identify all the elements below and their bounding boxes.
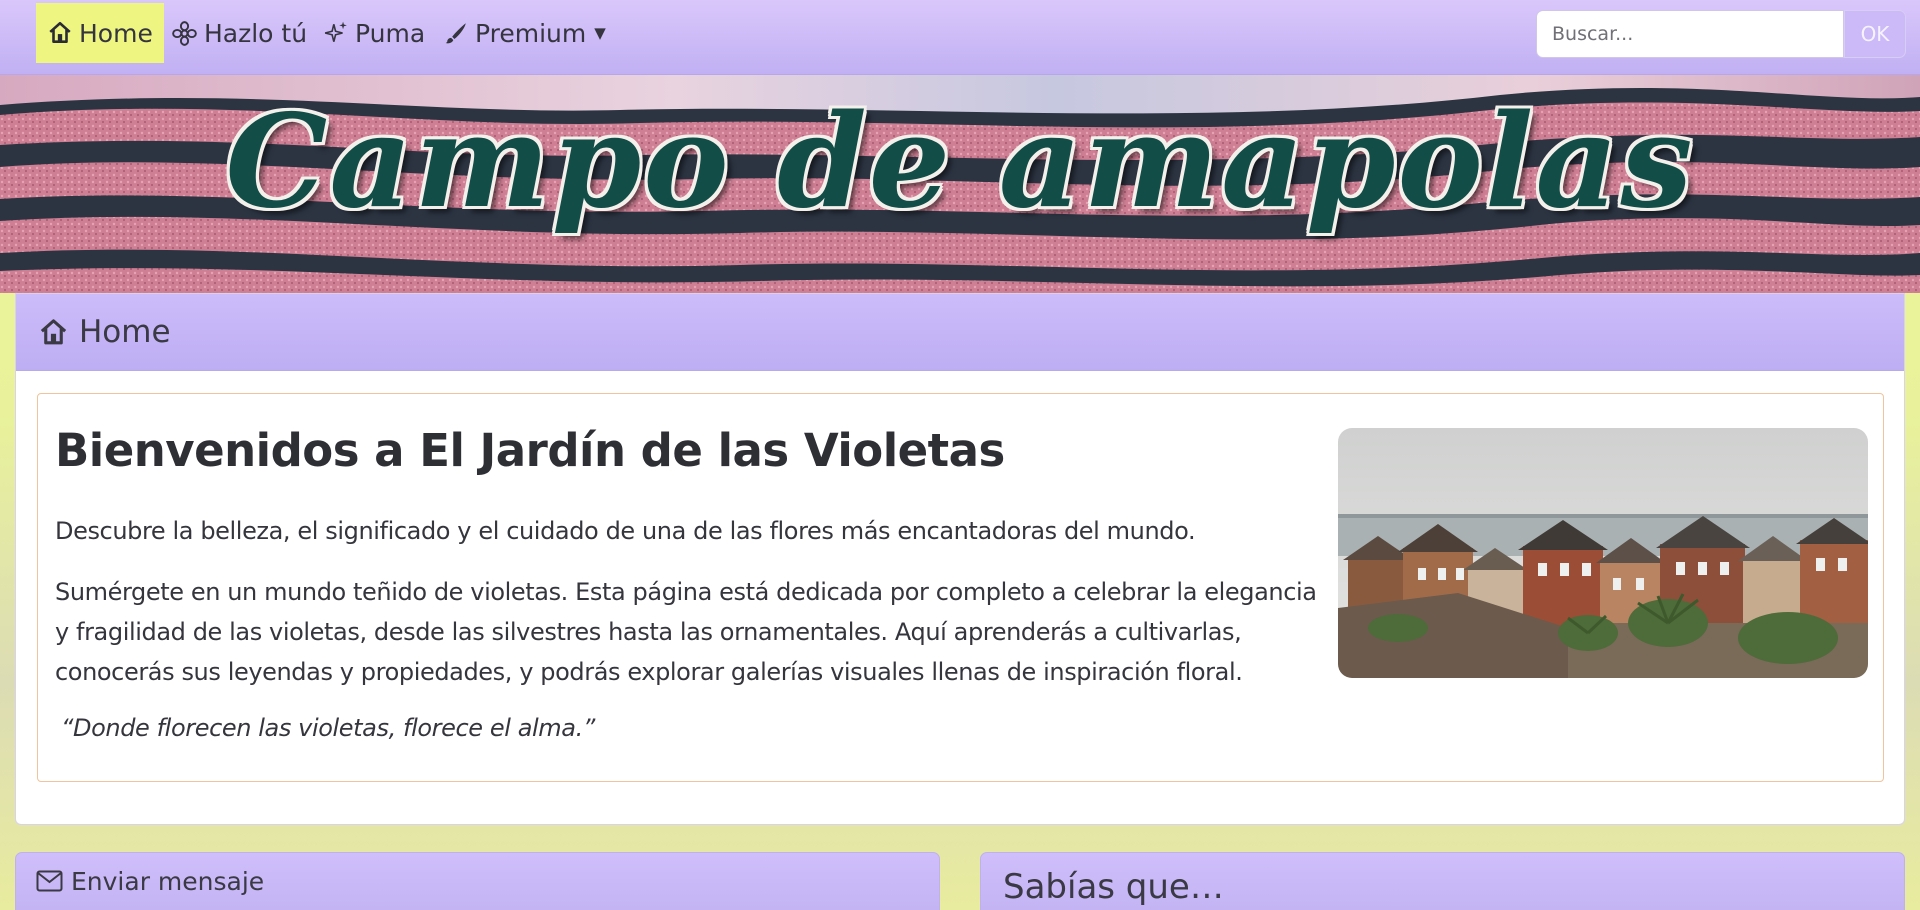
- search-input[interactable]: [1536, 10, 1844, 58]
- flower-icon: [171, 20, 198, 47]
- card-header-title: Home: [79, 314, 171, 350]
- intro-paragraph: Descubre la belleza, el significado y el…: [55, 517, 1196, 545]
- did-you-know-title: Sabías que…: [1003, 867, 1224, 907]
- town-photo: [1338, 428, 1868, 678]
- nav-item-label: Puma: [355, 18, 426, 48]
- hero-banner: Campo de amapolas: [0, 75, 1920, 293]
- nav-item-label: Home: [79, 18, 153, 48]
- sparkles-icon: [323, 20, 349, 46]
- welcome-title: Bienvenidos a El Jardín de las Violetas: [55, 424, 1005, 477]
- search-ok-button[interactable]: OK: [1844, 10, 1906, 58]
- caret-down-icon: ▼: [594, 24, 606, 42]
- home-icon: [47, 20, 73, 46]
- quote-text: “Donde florecen las violetas, florece el…: [61, 714, 595, 742]
- nav-item-label: Hazlo tú: [204, 18, 308, 48]
- card-header: Home: [16, 294, 1904, 371]
- nav-item-puma[interactable]: Puma: [323, 3, 425, 63]
- home-card: Home Bienvenidos a El Jardín de las Viol…: [15, 293, 1905, 825]
- send-message-card: Enviar mensaje: [15, 852, 940, 910]
- welcome-section: Bienvenidos a El Jardín de las Violetas …: [37, 393, 1884, 782]
- nav-item-home[interactable]: Home: [36, 3, 164, 63]
- home-icon: [38, 317, 69, 348]
- description-paragraph: Sumérgete en un mundo teñido de violetas…: [55, 578, 1317, 686]
- brush-icon: [443, 20, 469, 46]
- top-navbar: Home Hazlo tú Puma Premium ▼ OK: [0, 0, 1920, 75]
- did-you-know-card: Sabías que…: [980, 852, 1905, 910]
- nav-item-label: Premium: [475, 18, 587, 48]
- envelope-icon: [36, 870, 63, 892]
- nav-item-hazlo-tu[interactable]: Hazlo tú: [171, 3, 307, 63]
- send-message-title: Enviar mensaje: [71, 866, 265, 896]
- banner-title: Campo de amapolas: [225, 87, 1695, 237]
- nav-item-premium[interactable]: Premium ▼: [443, 3, 606, 63]
